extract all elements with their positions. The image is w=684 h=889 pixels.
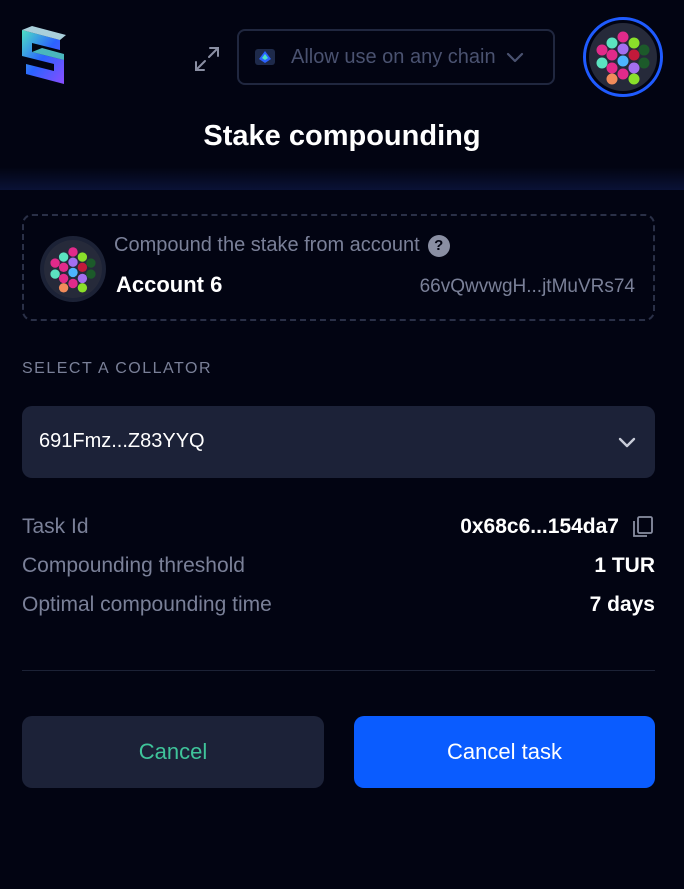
account-hint: Compound the stake from account ? [114,234,450,257]
divider [22,670,655,671]
threshold-row: Compounding threshold 1 TUR [22,554,655,584]
copy-icon[interactable] [631,515,655,539]
chevron-down-icon [618,437,636,448]
account-name: Account 6 [116,272,223,297]
account-avatar[interactable] [583,17,663,97]
subwallet-logo-icon[interactable] [20,26,66,90]
cancel-task-button[interactable]: Cancel task [354,716,655,788]
expand-icon[interactable] [192,44,222,74]
account-avatar-small [40,236,106,302]
threshold-label: Compounding threshold [22,554,245,577]
identicon-icon [44,240,102,298]
collator-select[interactable]: 691Fmz...Z83YYQ [22,406,655,478]
task-id-value: 0x68c6...154da7 [460,515,619,538]
page-title: Stake compounding [203,120,481,152]
header: Allow use on any chain Stake compounding [0,0,684,190]
threshold-value: 1 TUR [594,554,655,577]
chain-selector-label: Allow use on any chain [291,45,496,68]
cancel-button[interactable]: Cancel [22,716,324,788]
collator-section-label: SELECT A COLLATOR [22,360,213,377]
compounding-time-row: Optimal compounding time 7 days [22,593,655,623]
account-card: Compound the stake from account ? Accoun… [22,214,655,321]
compounding-time-value: 7 days [589,593,655,616]
chain-selector[interactable]: Allow use on any chain [237,29,555,85]
collator-value: 691Fmz...Z83YYQ [39,430,205,452]
task-id-row: Task Id 0x68c6...154da7 [22,515,655,545]
identicon-icon [589,23,657,91]
network-icon [255,49,275,65]
account-hint-text: Compound the stake from account [114,234,420,256]
help-icon[interactable]: ? [427,234,450,257]
chevron-down-icon [506,52,523,63]
account-address: 66vQwvwgH...jtMuVRs74 [419,276,635,297]
compounding-time-label: Optimal compounding time [22,593,272,616]
task-id-label: Task Id [22,515,89,538]
